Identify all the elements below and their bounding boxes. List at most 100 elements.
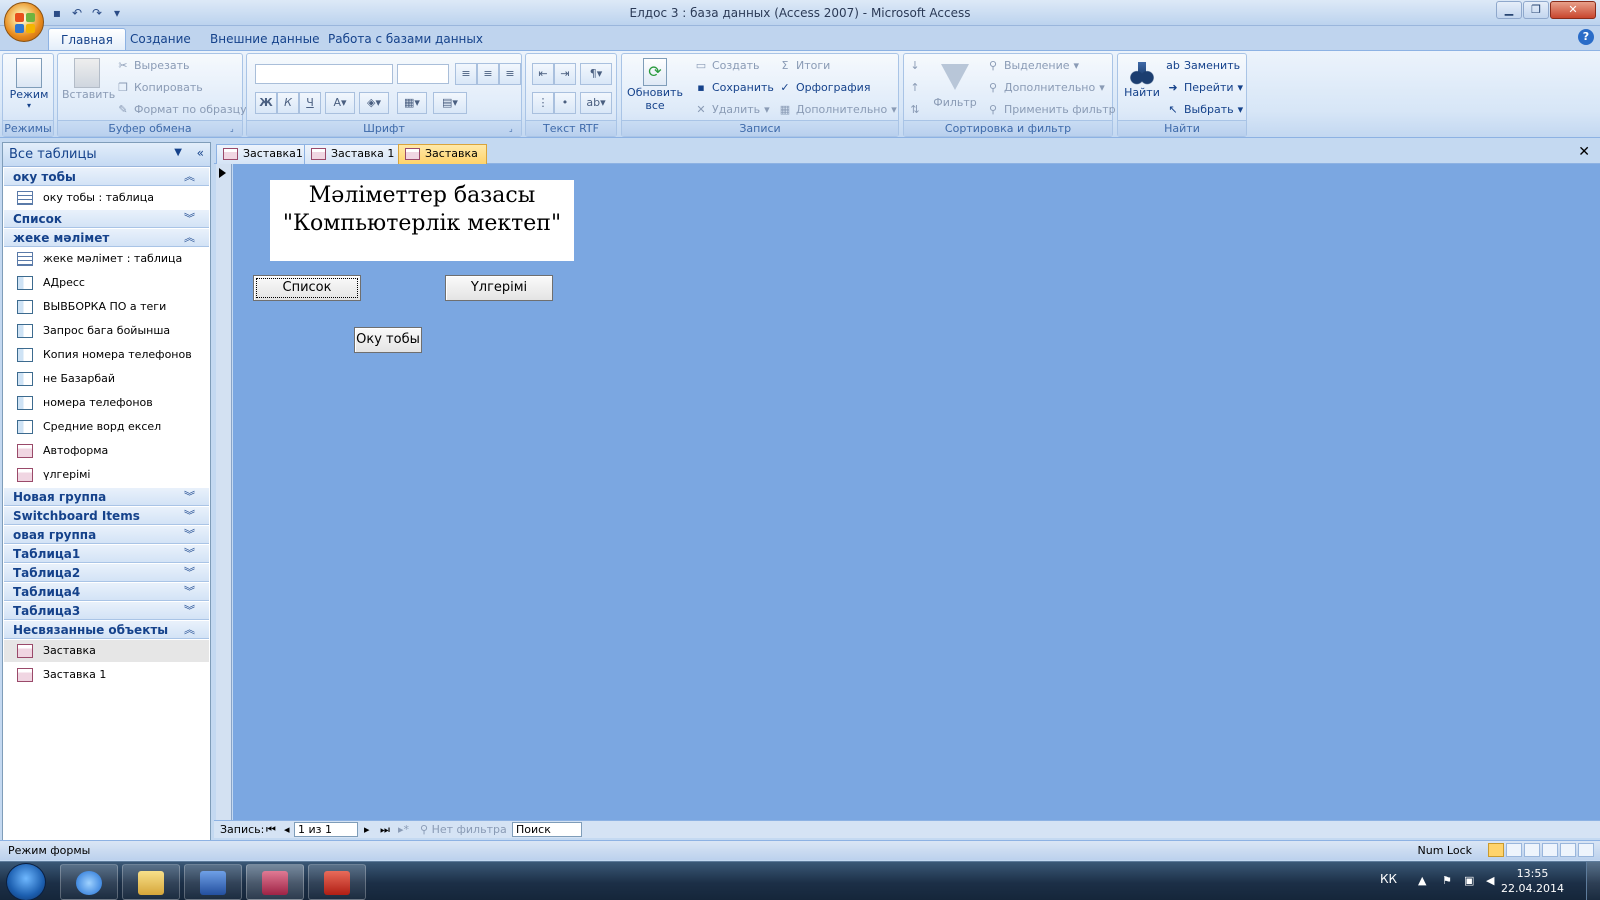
taskbar-kaspersky-button[interactable] — [308, 864, 366, 900]
save-record-button[interactable]: ▪ Сохранить — [694, 78, 774, 98]
format-painter-button[interactable]: ✎ Формат по образцу — [116, 100, 246, 120]
taskbar-word-button[interactable] — [184, 864, 242, 900]
tab-database-tools[interactable]: Работа с базами данных — [316, 28, 495, 50]
filter-button[interactable]: Фильтр — [932, 58, 978, 109]
more-records-button[interactable]: ▦ Дополнительно ▾ — [778, 100, 897, 120]
close-button[interactable]: ✕ — [1550, 1, 1596, 19]
no-filter-button[interactable]: ⚲ Нет фильтра — [420, 823, 507, 837]
taskbar-access-button[interactable] — [246, 864, 304, 900]
font-size-combo[interactable] — [397, 64, 449, 84]
copy-button[interactable]: ❐ Копировать — [116, 78, 203, 98]
align-left-button[interactable]: ≡ — [455, 63, 477, 85]
totals-button[interactable]: Σ Итоги — [778, 56, 831, 76]
nav-group-switchboard-items[interactable]: Switchboard Items ︾ — [4, 507, 209, 525]
nav-group-unrelated-objects[interactable]: Несвязанные объекты ︽ — [4, 621, 209, 639]
tab-external-data[interactable]: Внешние данные — [198, 28, 331, 50]
nav-group-oku-toby[interactable]: оку тобы ︽ — [4, 168, 209, 186]
maximize-button[interactable]: ❐ — [1523, 1, 1549, 19]
numbering-button[interactable]: ⋮ — [532, 92, 554, 114]
nav-item[interactable]: Средние ворд ексел — [4, 416, 209, 438]
new-record-button[interactable]: ▭ Создать — [694, 56, 760, 76]
spelling-button[interactable]: ✓ Орфография — [778, 78, 870, 98]
flag-icon[interactable]: ⚑ — [1442, 874, 1456, 888]
nav-group-new-group[interactable]: Новая группа ︾ — [4, 488, 209, 506]
nav-pane-header[interactable]: Все таблицы ▼ « — [3, 143, 210, 167]
nav-item[interactable]: не Базарбай — [4, 368, 209, 390]
grades-button[interactable]: Үлгерімі — [445, 275, 553, 301]
font-name-combo[interactable] — [255, 64, 393, 84]
clear-sort-button[interactable]: ⇅ — [908, 100, 922, 120]
nav-item[interactable]: Заставка 1 — [4, 664, 209, 686]
network-icon[interactable]: ▣ — [1464, 874, 1478, 888]
clock[interactable]: 13:55 22.04.2014 — [1501, 866, 1564, 896]
italic-button[interactable]: К — [277, 92, 299, 114]
bullets-button[interactable]: • — [554, 92, 576, 114]
dialog-launcher-icon[interactable]: ⌟ — [230, 124, 239, 133]
decrease-indent-button[interactable]: ⇤ — [532, 63, 554, 85]
doc-tab-zastavka1[interactable]: Заставка1 — [216, 144, 312, 164]
nav-group-table2[interactable]: Таблица2 ︾ — [4, 564, 209, 582]
increase-indent-button[interactable]: ⇥ — [554, 63, 576, 85]
last-record-icon[interactable]: ⏭ — [380, 823, 390, 837]
nav-item[interactable]: жеке мәлімет : таблица — [4, 248, 209, 270]
language-indicator[interactable]: КК — [1380, 872, 1397, 886]
selection-button[interactable]: ⚲ Выделение ▾ — [986, 56, 1079, 76]
doc-tab-zastavka-1[interactable]: Заставка 1 — [304, 144, 404, 164]
goto-button[interactable]: ➜ Перейти ▾ — [1166, 78, 1243, 98]
nav-group-table1[interactable]: Таблица1 ︾ — [4, 545, 209, 563]
datasheet-view-icon[interactable] — [1506, 843, 1522, 857]
font-color-button[interactable]: A▾ — [325, 92, 355, 114]
nav-group-table3[interactable]: Таблица3 ︾ — [4, 602, 209, 620]
next-record-icon[interactable]: ▸ — [364, 823, 370, 837]
find-button[interactable]: Найти — [1122, 58, 1162, 99]
cut-button[interactable]: ✂ Вырезать — [116, 56, 189, 76]
underline-button[interactable]: Ч — [299, 92, 321, 114]
paragraph-button[interactable]: ¶▾ — [580, 63, 612, 85]
highlight-button[interactable]: ab▾ — [580, 92, 612, 114]
apply-filter-button[interactable]: ⚲ Применить фильтр — [986, 100, 1116, 120]
help-icon[interactable]: ? — [1578, 29, 1594, 45]
sort-descending-button[interactable]: ↑ — [908, 78, 922, 98]
nav-item[interactable]: Запрос бага бойынша — [4, 320, 209, 342]
dialog-launcher-icon[interactable]: ⌟ — [509, 124, 518, 133]
office-button[interactable] — [4, 2, 44, 42]
show-desktop-button[interactable] — [1586, 862, 1600, 900]
align-center-button[interactable]: ≡ — [477, 63, 499, 85]
pivot-chart-view-icon[interactable] — [1542, 843, 1558, 857]
select-button[interactable]: ↖ Выбрать ▾ — [1166, 100, 1243, 120]
form-view-icon[interactable] — [1488, 843, 1504, 857]
taskbar-ie-button[interactable] — [60, 864, 118, 900]
gridlines-button[interactable]: ▦▾ — [397, 92, 427, 114]
chevron-down-icon[interactable]: ▼ — [174, 147, 182, 158]
start-button[interactable] — [6, 863, 46, 900]
tab-home[interactable]: Главная — [48, 28, 126, 50]
nav-group-spisok[interactable]: Список ︾ — [4, 210, 209, 228]
search-input[interactable]: Поиск — [512, 822, 582, 837]
nav-item[interactable]: оку тобы : таблица — [4, 187, 209, 209]
advanced-filter-button[interactable]: ⚲ Дополнительно ▾ — [986, 78, 1105, 98]
record-position-field[interactable]: 1 из 1 — [294, 822, 358, 837]
bold-button[interactable]: Ж — [255, 92, 277, 114]
refresh-all-button[interactable]: ⟳ Обновить все — [626, 58, 684, 112]
design-view-icon[interactable] — [1578, 843, 1594, 857]
record-selector[interactable] — [216, 164, 232, 820]
collapse-pane-icon[interactable]: « — [197, 146, 204, 160]
first-record-icon[interactable]: ⏮ — [266, 823, 276, 837]
volume-icon[interactable]: ◀ — [1486, 874, 1500, 888]
show-hidden-icons-icon[interactable]: ▲ — [1418, 874, 1432, 888]
nav-group-table4[interactable]: Таблица4 ︾ — [4, 583, 209, 601]
nav-item[interactable]: АДресс — [4, 272, 209, 294]
alt-fill-button[interactable]: ▤▾ — [433, 92, 467, 114]
nav-item[interactable]: номера телефонов — [4, 392, 209, 414]
prev-record-icon[interactable]: ◂ — [284, 823, 290, 837]
doc-tab-zastavka[interactable]: Заставка — [398, 144, 487, 164]
minimize-button[interactable]: ▁ — [1496, 1, 1522, 19]
sort-ascending-button[interactable]: ↓ — [908, 56, 922, 76]
nav-item[interactable]: Автоформа — [4, 440, 209, 462]
study-group-button[interactable]: Оку тобы — [354, 327, 422, 353]
nav-item-selected[interactable]: Заставка — [4, 640, 209, 662]
nav-group-zheke-malimet[interactable]: жеке мәлімет ︽ — [4, 229, 209, 247]
fill-color-button[interactable]: ◈▾ — [359, 92, 389, 114]
nav-group-ovaya-gruppa[interactable]: овая группа ︾ — [4, 526, 209, 544]
delete-record-button[interactable]: ✕ Удалить ▾ — [694, 100, 769, 120]
